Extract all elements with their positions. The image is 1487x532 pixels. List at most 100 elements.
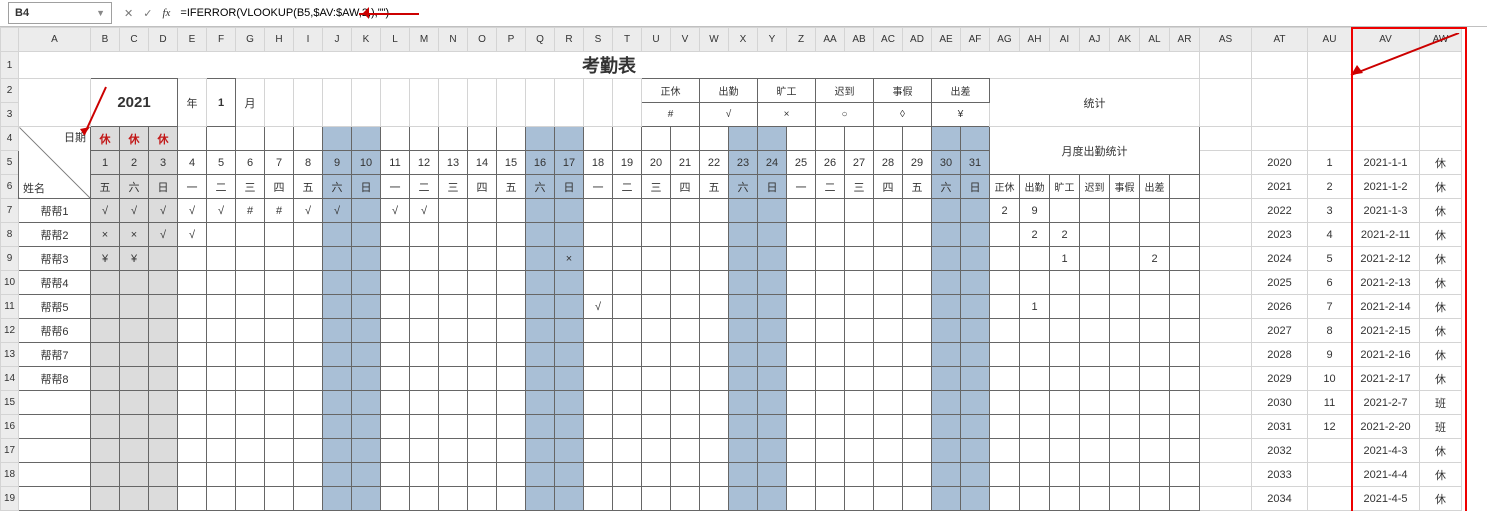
stat-cell[interactable] (990, 247, 1020, 271)
attendance-cell[interactable] (439, 271, 468, 295)
attendance-cell[interactable] (758, 391, 787, 415)
attendance-cell[interactable] (526, 487, 555, 511)
column-header[interactable]: I (294, 28, 323, 52)
stat-cell[interactable] (1080, 271, 1110, 295)
holiday-marker[interactable] (207, 127, 236, 151)
attendance-cell[interactable] (178, 391, 207, 415)
attendance-cell[interactable] (236, 319, 265, 343)
column-header[interactable]: AS (1200, 28, 1252, 52)
attendance-cell[interactable] (149, 367, 178, 391)
attendance-cell[interactable] (265, 319, 294, 343)
row-header[interactable]: 16 (1, 415, 19, 439)
attendance-cell[interactable] (526, 367, 555, 391)
holiday-marker[interactable] (816, 127, 845, 151)
row-header[interactable]: 10 (1, 271, 19, 295)
fx-label[interactable]: fx (162, 7, 170, 19)
attendance-cell[interactable] (236, 415, 265, 439)
attendance-cell[interactable] (352, 463, 381, 487)
attendance-cell[interactable] (323, 247, 352, 271)
attendance-cell[interactable] (584, 367, 613, 391)
attendance-cell[interactable] (207, 391, 236, 415)
attendance-cell[interactable] (323, 391, 352, 415)
stat-cell[interactable]: 2 (990, 199, 1020, 223)
holiday-marker[interactable] (903, 127, 932, 151)
attendance-cell[interactable] (555, 295, 584, 319)
attendance-cell[interactable] (294, 391, 323, 415)
attendance-cell[interactable] (671, 295, 700, 319)
attendance-cell[interactable] (439, 343, 468, 367)
attendance-cell[interactable] (903, 367, 932, 391)
lookup-cell[interactable]: 2021-2-17 (1352, 367, 1420, 391)
day-number[interactable]: 29 (903, 151, 932, 175)
lookup-cell[interactable] (1308, 439, 1352, 463)
stat-cell[interactable] (1110, 199, 1140, 223)
attendance-cell[interactable] (816, 223, 845, 247)
holiday-marker[interactable]: 休 (120, 127, 149, 151)
row-header[interactable]: 11 (1, 295, 19, 319)
employee-name[interactable]: 帮帮2 (19, 223, 91, 247)
attendance-cell[interactable]: √ (323, 199, 352, 223)
day-number[interactable]: 6 (236, 151, 265, 175)
attendance-cell[interactable] (642, 439, 671, 463)
day-number[interactable]: 12 (410, 151, 439, 175)
attendance-cell[interactable] (903, 439, 932, 463)
attendance-cell[interactable] (816, 391, 845, 415)
column-header[interactable]: AD (903, 28, 932, 52)
attendance-cell[interactable] (149, 439, 178, 463)
weekday[interactable]: 日 (555, 175, 584, 199)
weekday[interactable]: 一 (787, 175, 816, 199)
attendance-cell[interactable]: √ (178, 199, 207, 223)
attendance-cell[interactable] (787, 247, 816, 271)
attendance-cell[interactable] (236, 271, 265, 295)
stat-cell[interactable] (990, 295, 1020, 319)
attendance-cell[interactable] (613, 487, 642, 511)
attendance-cell[interactable] (961, 415, 990, 439)
lookup-cell[interactable]: 2034 (1252, 487, 1308, 511)
attendance-cell[interactable] (352, 367, 381, 391)
attendance-cell[interactable] (874, 439, 903, 463)
lookup-cell[interactable]: 2028 (1252, 343, 1308, 367)
attendance-cell[interactable] (758, 319, 787, 343)
lookup-cell[interactable]: 2026 (1252, 295, 1308, 319)
column-header[interactable]: AJ (1080, 28, 1110, 52)
stat-cell[interactable] (1080, 223, 1110, 247)
column-header[interactable]: AT (1252, 28, 1308, 52)
attendance-cell[interactable] (642, 343, 671, 367)
lookup-cell[interactable]: 8 (1308, 319, 1352, 343)
column-header[interactable]: E (178, 28, 207, 52)
attendance-cell[interactable] (468, 199, 497, 223)
holiday-marker[interactable] (874, 127, 903, 151)
weekday[interactable]: 五 (903, 175, 932, 199)
row-header[interactable]: 14 (1, 367, 19, 391)
day-number[interactable]: 3 (149, 151, 178, 175)
attendance-cell[interactable] (294, 415, 323, 439)
attendance-cell[interactable] (584, 391, 613, 415)
holiday-marker[interactable] (758, 127, 787, 151)
column-header[interactable]: V (671, 28, 700, 52)
attendance-cell[interactable] (236, 223, 265, 247)
attendance-cell[interactable] (555, 199, 584, 223)
accept-icon[interactable]: ✓ (143, 7, 152, 20)
attendance-cell[interactable] (874, 487, 903, 511)
lookup-cell[interactable]: 休 (1420, 271, 1462, 295)
column-header[interactable]: N (439, 28, 468, 52)
stat-cell[interactable] (1110, 247, 1140, 271)
attendance-cell[interactable]: ¥ (91, 247, 120, 271)
holiday-marker[interactable] (961, 127, 990, 151)
attendance-cell[interactable] (236, 463, 265, 487)
attendance-cell[interactable] (932, 367, 961, 391)
attendance-cell[interactable] (787, 439, 816, 463)
attendance-cell[interactable] (816, 319, 845, 343)
column-header[interactable]: U (642, 28, 671, 52)
stat-cell[interactable] (1110, 295, 1140, 319)
attendance-cell[interactable] (787, 295, 816, 319)
attendance-cell[interactable] (961, 271, 990, 295)
attendance-cell[interactable]: √ (120, 199, 149, 223)
stat-cell[interactable] (1110, 319, 1140, 343)
attendance-cell[interactable] (352, 319, 381, 343)
attendance-cell[interactable] (265, 295, 294, 319)
column-header[interactable]: F (207, 28, 236, 52)
attendance-cell[interactable] (845, 367, 874, 391)
lookup-cell[interactable]: 2020 (1252, 151, 1308, 175)
attendance-cell[interactable] (555, 415, 584, 439)
